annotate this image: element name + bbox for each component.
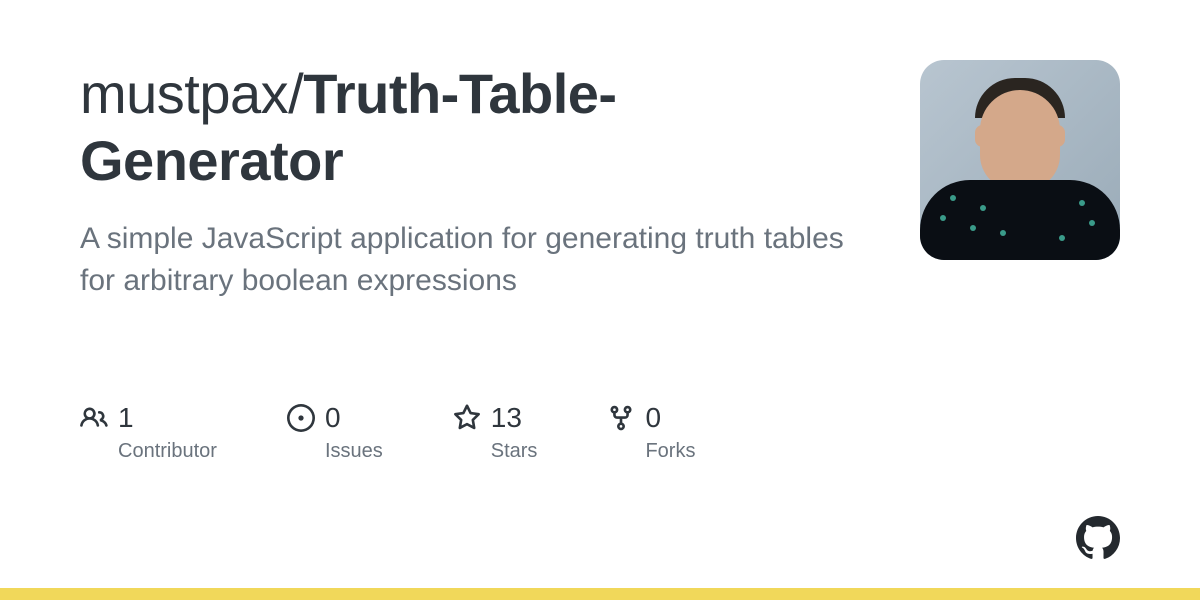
stars-count: 13 <box>491 402 522 434</box>
stars-label: Stars <box>491 440 538 463</box>
fork-icon <box>607 404 635 432</box>
issues-label: Issues <box>325 440 383 463</box>
people-icon <box>80 404 108 432</box>
repo-title: mustpax/Truth-Table-Generator <box>80 60 860 194</box>
forks-label: Forks <box>645 440 695 463</box>
issues-count: 0 <box>325 402 341 434</box>
stat-issues: 0 Issues <box>287 402 383 463</box>
repo-description: A simple JavaScript application for gene… <box>80 218 860 302</box>
avatar <box>920 60 1120 260</box>
repo-owner: mustpax <box>80 62 288 125</box>
slash: / <box>288 62 303 125</box>
github-logo-icon <box>1076 516 1120 560</box>
social-card-container: mustpax/Truth-Table-Generator A simple J… <box>0 0 1200 600</box>
contributors-count: 1 <box>118 402 134 434</box>
contributors-label: Contributor <box>118 440 217 463</box>
stat-stars: 13 Stars <box>453 402 538 463</box>
issue-icon <box>287 404 315 432</box>
stats-row: 1 Contributor 0 Issues 13 <box>80 402 860 463</box>
left-content: mustpax/Truth-Table-Generator A simple J… <box>80 60 860 600</box>
stat-contributors: 1 Contributor <box>80 402 217 463</box>
forks-count: 0 <box>645 402 661 434</box>
stat-forks: 0 Forks <box>607 402 695 463</box>
star-icon <box>453 404 481 432</box>
language-bar <box>0 588 1200 600</box>
